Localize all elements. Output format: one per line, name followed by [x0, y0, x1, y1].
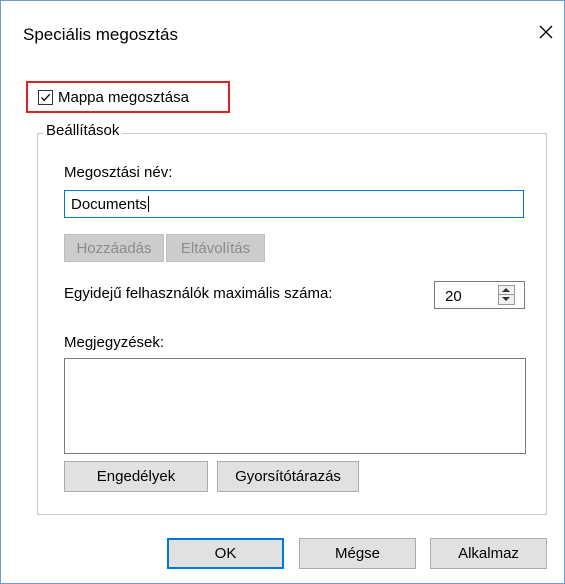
share-folder-checkbox[interactable] — [38, 90, 53, 105]
share-folder-option[interactable]: Mappa megosztása — [26, 81, 230, 113]
ok-button[interactable]: OK — [167, 538, 284, 569]
add-button[interactable]: Hozzáadás — [64, 234, 164, 262]
permissions-button[interactable]: Engedélyek — [64, 461, 208, 492]
share-name-value: Documents — [71, 196, 147, 213]
text-caret — [147, 196, 149, 212]
spin-down-icon[interactable] — [502, 297, 510, 301]
share-folder-label[interactable]: Mappa megosztása — [58, 89, 189, 106]
settings-group-legend: Beállítások — [43, 122, 123, 139]
spin-separator — [499, 294, 514, 295]
comments-textarea[interactable] — [64, 358, 526, 454]
share-name-label: Megosztási név: — [64, 164, 173, 181]
apply-button[interactable]: Alkalmaz — [430, 538, 547, 569]
max-users-label: Egyidejű felhasználók maximális száma: — [64, 285, 333, 302]
share-name-input[interactable]: Documents — [64, 190, 524, 218]
dialog-title: Speciális megosztás — [23, 25, 178, 44]
checkmark-icon — [41, 93, 51, 102]
cancel-button[interactable]: Mégse — [299, 538, 416, 569]
close-button[interactable] — [533, 19, 559, 45]
caching-button[interactable]: Gyorsítótárazás — [217, 461, 359, 492]
max-users-stepper[interactable]: 20 — [434, 281, 525, 309]
comments-label: Megjegyzések: — [64, 334, 165, 351]
advanced-sharing-dialog: Speciális megosztás Mappa megosztása Beá… — [0, 0, 565, 584]
max-users-value: 20 — [445, 288, 462, 305]
remove-button[interactable]: Eltávolítás — [166, 234, 265, 262]
spin-buttons — [498, 285, 515, 305]
close-icon — [539, 25, 553, 39]
spin-up-icon[interactable] — [502, 288, 510, 292]
